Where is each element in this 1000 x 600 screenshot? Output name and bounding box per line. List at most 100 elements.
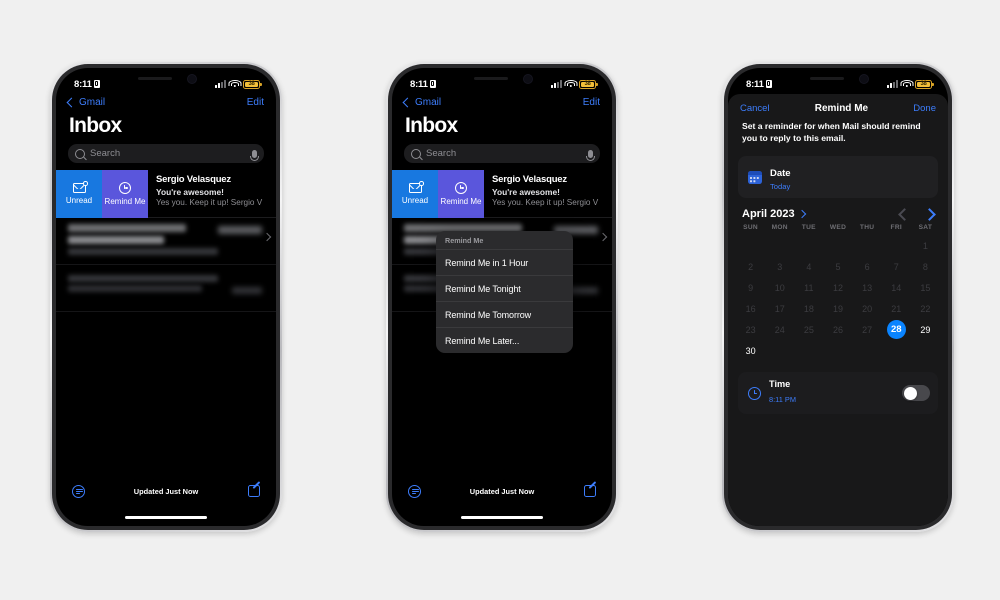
sheet-navbar: Cancel Remind Me Done [728, 94, 948, 118]
calendar-day[interactable]: 30 [736, 341, 765, 360]
cancel-button[interactable]: Cancel [740, 103, 770, 114]
calendar-day[interactable]: 3 [765, 257, 794, 276]
calendar-day[interactable]: 23 [736, 320, 765, 339]
menu-item-remind-tonight[interactable]: Remind Me Tonight [436, 275, 573, 301]
swipe-actions: Unread Remind Me [56, 170, 148, 218]
calendar-weekday: MON [771, 224, 788, 232]
search-left-group: Search [75, 148, 120, 159]
calendar-day[interactable]: 4 [794, 257, 823, 276]
microphone-icon[interactable] [586, 149, 595, 161]
calendar-day[interactable]: 16 [736, 299, 765, 318]
mark-unread-action[interactable]: Unread [392, 170, 438, 218]
mail-navbar: Gmail Edit [392, 94, 612, 110]
microphone-icon[interactable] [250, 149, 259, 161]
remind-me-label: Remind Me [440, 197, 482, 206]
page-title: Inbox [69, 114, 122, 137]
mail-row-content[interactable]: Sergio Velasquez You're awesome! Yes you… [484, 170, 612, 218]
edit-button[interactable]: Edit [583, 97, 600, 108]
unread-label: Unread [65, 195, 93, 205]
status-time: 8:11 [410, 78, 428, 90]
calendar-weekday: SUN [743, 224, 758, 232]
calendar-day[interactable]: 12 [823, 278, 852, 297]
calendar-day[interactable]: 19 [823, 299, 852, 318]
back-to-gmail-button[interactable]: Gmail [66, 97, 105, 108]
time-toggle[interactable] [902, 385, 930, 402]
chevron-right-icon [797, 210, 806, 219]
front-camera [859, 74, 869, 84]
calendar-day[interactable]: 21 [882, 299, 911, 318]
mail-row-content[interactable]: Sergio Velasquez You're awesome! Yes you… [148, 170, 276, 218]
compose-icon[interactable] [584, 481, 597, 497]
calendar-day[interactable]: 13 [853, 278, 882, 297]
mark-unread-action[interactable]: Unread [56, 170, 102, 218]
calendar-day[interactable]: 24 [765, 320, 794, 339]
calendar-day[interactable]: 29 [911, 320, 940, 339]
calendar-day[interactable]: 26 [823, 320, 852, 339]
wifi-icon [900, 79, 913, 89]
phone-1-screen: 8:11 38 Gmail Edit Inbox Search Unread R… [56, 68, 276, 526]
wifi-icon [564, 79, 577, 89]
status-indicators: 38 [551, 79, 598, 89]
redacted-text [218, 226, 262, 234]
calendar-day[interactable]: 20 [853, 299, 882, 318]
calendar-day-selected[interactable]: 28 [882, 320, 911, 340]
calendar-day[interactable]: 5 [823, 257, 852, 276]
calendar-day[interactable]: 9 [736, 278, 765, 297]
clock-icon [748, 386, 761, 400]
table-row[interactable]: Unread Remind Me Sergio Velasquez You're… [56, 170, 276, 218]
search-input[interactable]: Search [68, 144, 264, 163]
battery-percent: 38 [248, 81, 255, 87]
table-row[interactable] [56, 218, 276, 265]
calendar-day[interactable]: 22 [911, 299, 940, 318]
search-icon [411, 148, 421, 159]
calendar-day[interactable]: 18 [794, 299, 823, 318]
calendar-day[interactable]: 2 [736, 257, 765, 276]
search-placeholder: Search [426, 148, 457, 159]
search-left-group: Search [411, 148, 456, 159]
mail-toolbar: Updated Just Now [392, 478, 612, 504]
status-indicators: 38 [215, 79, 262, 89]
mail-list: Unread Remind Me Sergio Velasquez You're… [56, 170, 276, 312]
time-text-group: Time 8:11 PM [769, 379, 894, 407]
calendar-day[interactable]: 11 [794, 278, 823, 297]
remind-me-action[interactable]: Remind Me [438, 170, 484, 218]
done-button[interactable]: Done [913, 103, 936, 114]
calendar-day[interactable]: 25 [794, 320, 823, 339]
calendar-day[interactable]: 17 [765, 299, 794, 318]
dynamic-island [458, 70, 546, 86]
home-indicator[interactable] [461, 515, 543, 519]
calendar-day[interactable]: 8 [911, 257, 940, 276]
calendar-day[interactable]: 6 [853, 257, 882, 276]
back-to-gmail-button[interactable]: Gmail [402, 97, 441, 108]
calendar-weekday: FRI [890, 224, 903, 232]
calendar-day[interactable]: 1 [911, 236, 940, 255]
date-row[interactable]: Date Today [738, 156, 938, 199]
dynamic-island [794, 70, 882, 86]
time-row[interactable]: Time 8:11 PM [738, 372, 938, 415]
calendar-header: April 2023 [728, 198, 948, 224]
date-text-group: Date Today [770, 163, 791, 191]
calendar-day[interactable]: 15 [911, 278, 940, 297]
compose-icon[interactable] [248, 481, 261, 497]
calendar-weekday: TUE [801, 224, 816, 232]
clock-icon [455, 182, 467, 194]
calendar-day[interactable]: 10 [765, 278, 794, 297]
search-input[interactable]: Search [404, 144, 600, 163]
remind-me-action[interactable]: Remind Me [102, 170, 148, 218]
chevron-right-icon[interactable] [923, 208, 936, 221]
calendar-day[interactable]: 14 [882, 278, 911, 297]
menu-item-remind-in-1-hour[interactable]: Remind Me in 1 Hour [436, 249, 573, 275]
calendar-day[interactable]: 27 [853, 320, 882, 339]
redacted-text [68, 236, 164, 244]
table-row[interactable]: Unread Remind Me Sergio Velasquez You're… [392, 170, 612, 218]
home-indicator[interactable] [125, 515, 207, 519]
calendar-day[interactable]: 7 [882, 257, 911, 276]
month-selector[interactable]: April 2023 [742, 208, 806, 220]
edit-button[interactable]: Edit [247, 97, 264, 108]
mail-toolbar: Updated Just Now [56, 478, 276, 504]
chevron-left-icon [66, 97, 77, 108]
chevron-left-icon[interactable] [898, 208, 911, 221]
table-row[interactable] [56, 265, 276, 312]
menu-item-remind-tomorrow[interactable]: Remind Me Tomorrow [436, 301, 573, 327]
menu-item-remind-later[interactable]: Remind Me Later... [436, 327, 573, 353]
